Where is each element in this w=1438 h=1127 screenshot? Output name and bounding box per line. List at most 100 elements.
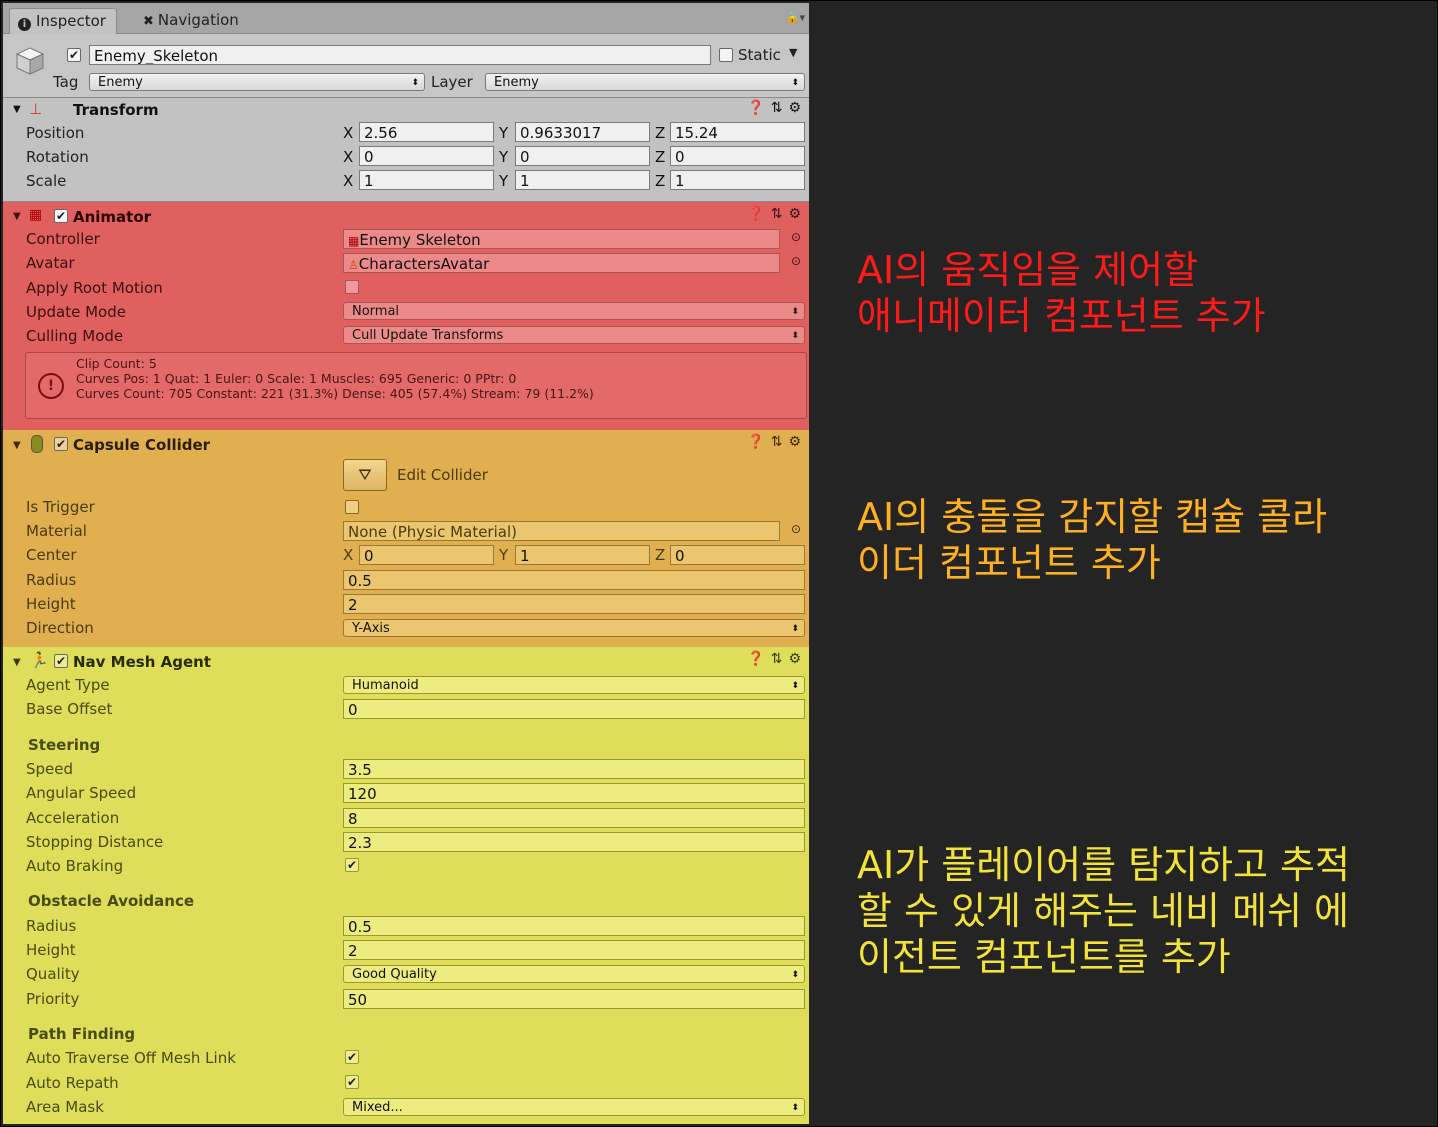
acceleration-label: Acceleration [26,809,120,827]
obstacle-avoidance-header: Obstacle Avoidance [28,892,195,910]
screenshot-frame: i Inspector ✖ Navigation 🔒▾ ✔ Enemy_Skelet… [0,0,1438,1127]
x-axis-label: X [343,172,354,190]
avatar-field[interactable]: ♙CharactersAvatar [343,253,780,273]
collapse-triangle-icon[interactable]: ▼ [13,211,21,222]
preset-icon: ⇅ [770,206,789,222]
controller-field[interactable]: ▦Enemy Skeleton [343,229,780,249]
z-axis-label: Z [655,148,666,166]
scale-z-field[interactable]: 1 [670,170,805,190]
quality-dropdown[interactable]: Good Quality ⬍ [343,965,805,983]
area-mask-label: Area Mask [26,1098,104,1116]
collapse-triangle-icon[interactable]: ▼ [13,657,21,668]
culling-mode-label: Culling Mode [26,327,124,345]
help-icon: ❓ [747,651,771,667]
area-mask-dropdown[interactable]: Mixed... ⬍ [343,1098,805,1116]
component-header-icons[interactable]: ❓⇅⚙ [747,651,807,667]
y-axis-label: Y [499,124,509,142]
speed-field[interactable]: 3.5 [343,759,805,779]
object-picker-icon[interactable]: ⊙ [791,254,801,268]
z-axis-label: Z [655,546,666,564]
object-name-field[interactable]: Enemy_Skeleton [89,45,711,65]
object-picker-icon[interactable]: ⊙ [791,230,801,244]
is-trigger-checkbox[interactable] [345,500,359,514]
stopping-distance-label: Stopping Distance [26,833,164,851]
center-y-field[interactable]: 1 [515,545,650,565]
tab-navigation[interactable]: ✖ Navigation [135,8,249,33]
transform-axes-icon: ⊥ [29,100,43,118]
auto-repath-label: Auto Repath [26,1074,119,1092]
position-x-field[interactable]: 2.56 [359,122,494,142]
x-axis-label: X [343,124,354,142]
avoidance-height-field[interactable]: 2 [343,940,805,960]
gear-icon: ⚙ [788,651,807,667]
agent-type-dropdown[interactable]: Humanoid ⬍ [343,676,805,694]
x-axis-label: X [343,148,354,166]
nav-agent-icon: 🏃 [30,651,49,669]
rotation-label: Rotation [26,148,89,166]
capsule-icon [31,435,43,453]
position-z-field[interactable]: 15.24 [670,122,805,142]
collapse-triangle-icon[interactable]: ▼ [13,440,21,451]
info-icon: i [18,18,31,31]
capsule-enabled-checkbox[interactable]: ✔ [54,437,68,451]
gear-icon: ⚙ [788,434,807,450]
preset-icon: ⇅ [770,434,789,450]
animator-info-box: ! Clip Count: 5 Curves Pos: 1 Quat: 1 Eu… [25,352,807,419]
material-field[interactable]: None (Physic Material) [343,521,780,541]
path-finding-header: Path Finding [28,1025,136,1043]
direction-value: Y-Axis [352,621,390,636]
component-header-icons[interactable]: ❓⇅⚙ [747,206,807,222]
position-y-field[interactable]: 0.9633017 [515,122,650,142]
lock-icon[interactable]: 🔒▾ [786,11,805,24]
quality-value: Good Quality [352,967,437,982]
avoidance-radius-field[interactable]: 0.5 [343,916,805,936]
animator-annotation: AI의 움직임을 제어할 애니메이터 컴포넌트 추가 [857,248,1266,338]
auto-repath-checkbox[interactable]: ✔ [345,1075,359,1089]
steering-header: Steering [28,736,101,754]
active-checkbox[interactable]: ✔ [67,48,81,62]
priority-field[interactable]: 50 [343,989,805,1009]
angular-speed-label: Angular Speed [26,784,137,802]
angular-speed-field[interactable]: 120 [343,783,805,803]
scale-label: Scale [26,172,67,190]
base-offset-field[interactable]: 0 [343,699,805,719]
preset-icon: ⇅ [770,651,789,667]
static-checkbox[interactable] [719,48,733,62]
apply-root-motion-checkbox[interactable] [345,280,359,294]
auto-traverse-checkbox[interactable]: ✔ [345,1050,359,1064]
avoidance-radius-label: Radius [26,917,77,935]
navmesh-enabled-checkbox[interactable]: ✔ [54,654,68,668]
radius-field[interactable]: 0.5 [343,570,805,590]
stopping-distance-field[interactable]: 2.3 [343,832,805,852]
center-x-field[interactable]: 0 [359,545,494,565]
updown-icon: ⬍ [791,78,799,88]
static-dropdown-icon[interactable]: ▼ [789,46,797,59]
tag-value: Enemy [98,75,143,90]
rotation-y-field[interactable]: 0 [515,146,650,166]
acceleration-field[interactable]: 8 [343,808,805,828]
y-axis-label: Y [499,172,509,190]
tag-dropdown[interactable]: Enemy ⬍ [89,73,425,91]
transform-title: Transform [73,101,159,119]
collapse-triangle-icon[interactable]: ▼ [13,104,21,115]
culling-mode-dropdown[interactable]: Cull Update Transforms ⬍ [343,326,805,344]
auto-braking-checkbox[interactable]: ✔ [345,858,359,872]
rotation-x-field[interactable]: 0 [359,146,494,166]
updown-icon: ⬍ [791,1103,799,1113]
scale-y-field[interactable]: 1 [515,170,650,190]
height-field[interactable]: 2 [343,594,805,614]
center-z-field[interactable]: 0 [670,545,805,565]
component-header-icons[interactable]: ❓⇅⚙ [747,434,807,450]
animator-enabled-checkbox[interactable]: ✔ [54,209,68,223]
edit-collider-button[interactable]: ⛛ [343,459,387,491]
object-picker-icon[interactable]: ⊙ [791,522,801,536]
position-label: Position [26,124,85,142]
tab-inspector[interactable]: i Inspector [9,8,117,34]
scale-x-field[interactable]: 1 [359,170,494,190]
direction-dropdown[interactable]: Y-Axis ⬍ [343,619,805,637]
component-header-icons[interactable]: ❓⇅⚙ [747,100,807,116]
layer-dropdown[interactable]: Enemy ⬍ [485,73,805,91]
transform-component: ▼ ⊥ Transform ❓⇅⚙ Position X 2.56 Y 0.96… [3,98,809,202]
update-mode-dropdown[interactable]: Normal ⬍ [343,302,805,320]
rotation-z-field[interactable]: 0 [670,146,805,166]
